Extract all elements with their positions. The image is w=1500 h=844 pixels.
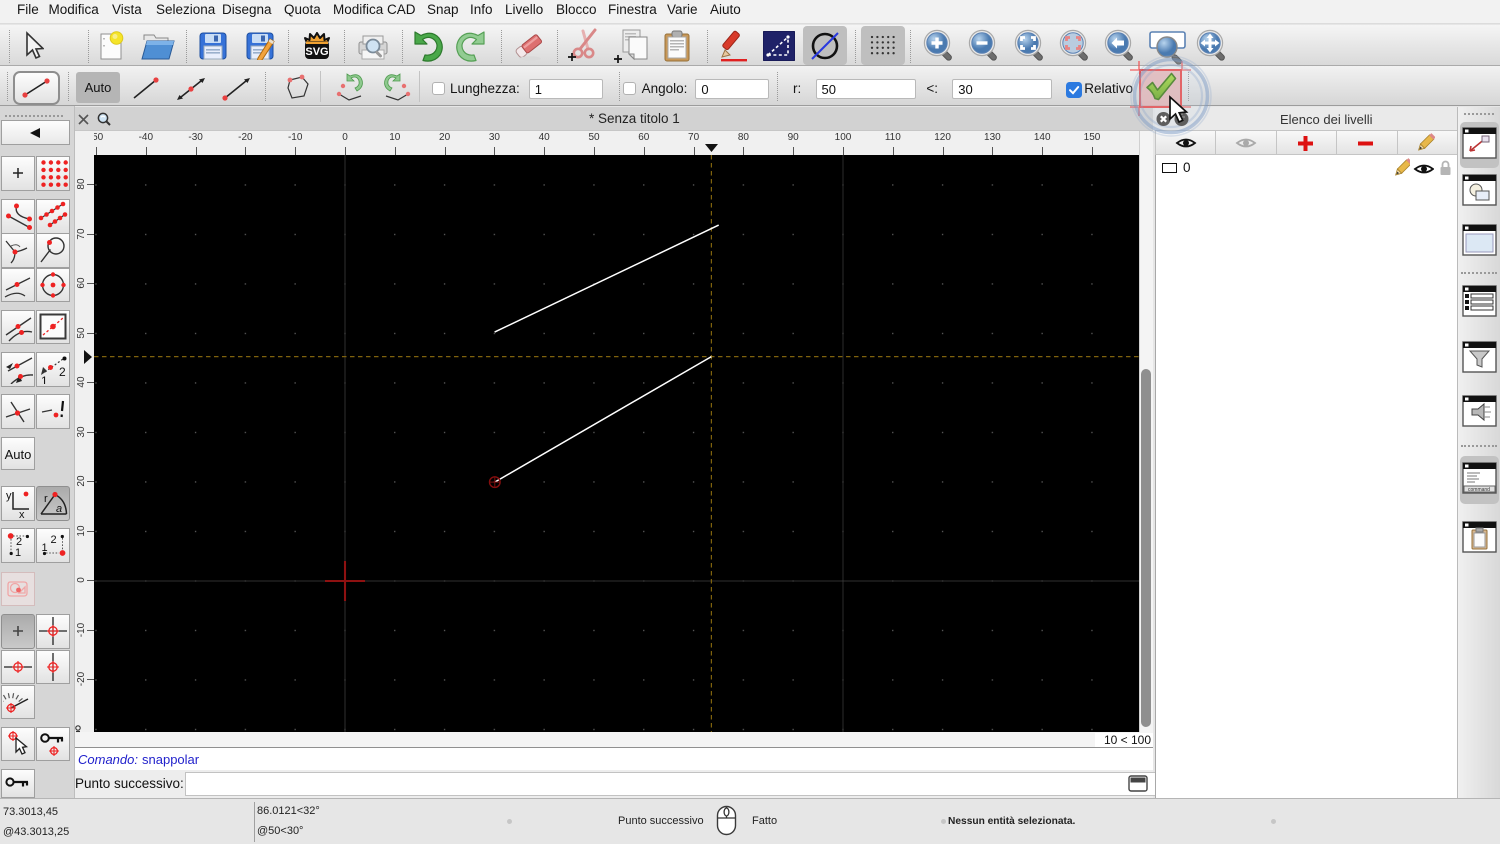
svg-text:x: x: [19, 509, 25, 518]
svg-text:a: a: [56, 503, 62, 515]
svg-text:1: 1: [15, 547, 21, 559]
svg-text:2: 2: [51, 534, 57, 546]
svg-text:1: 1: [42, 542, 48, 554]
svg-text:command: command: [1468, 487, 1490, 493]
svg-text:1: 1: [41, 374, 48, 384]
svg-text:2: 2: [59, 365, 66, 379]
svg-text:y: y: [6, 490, 12, 502]
svg-text:SVG: SVG: [305, 46, 328, 58]
svg-text:r: r: [44, 493, 48, 505]
